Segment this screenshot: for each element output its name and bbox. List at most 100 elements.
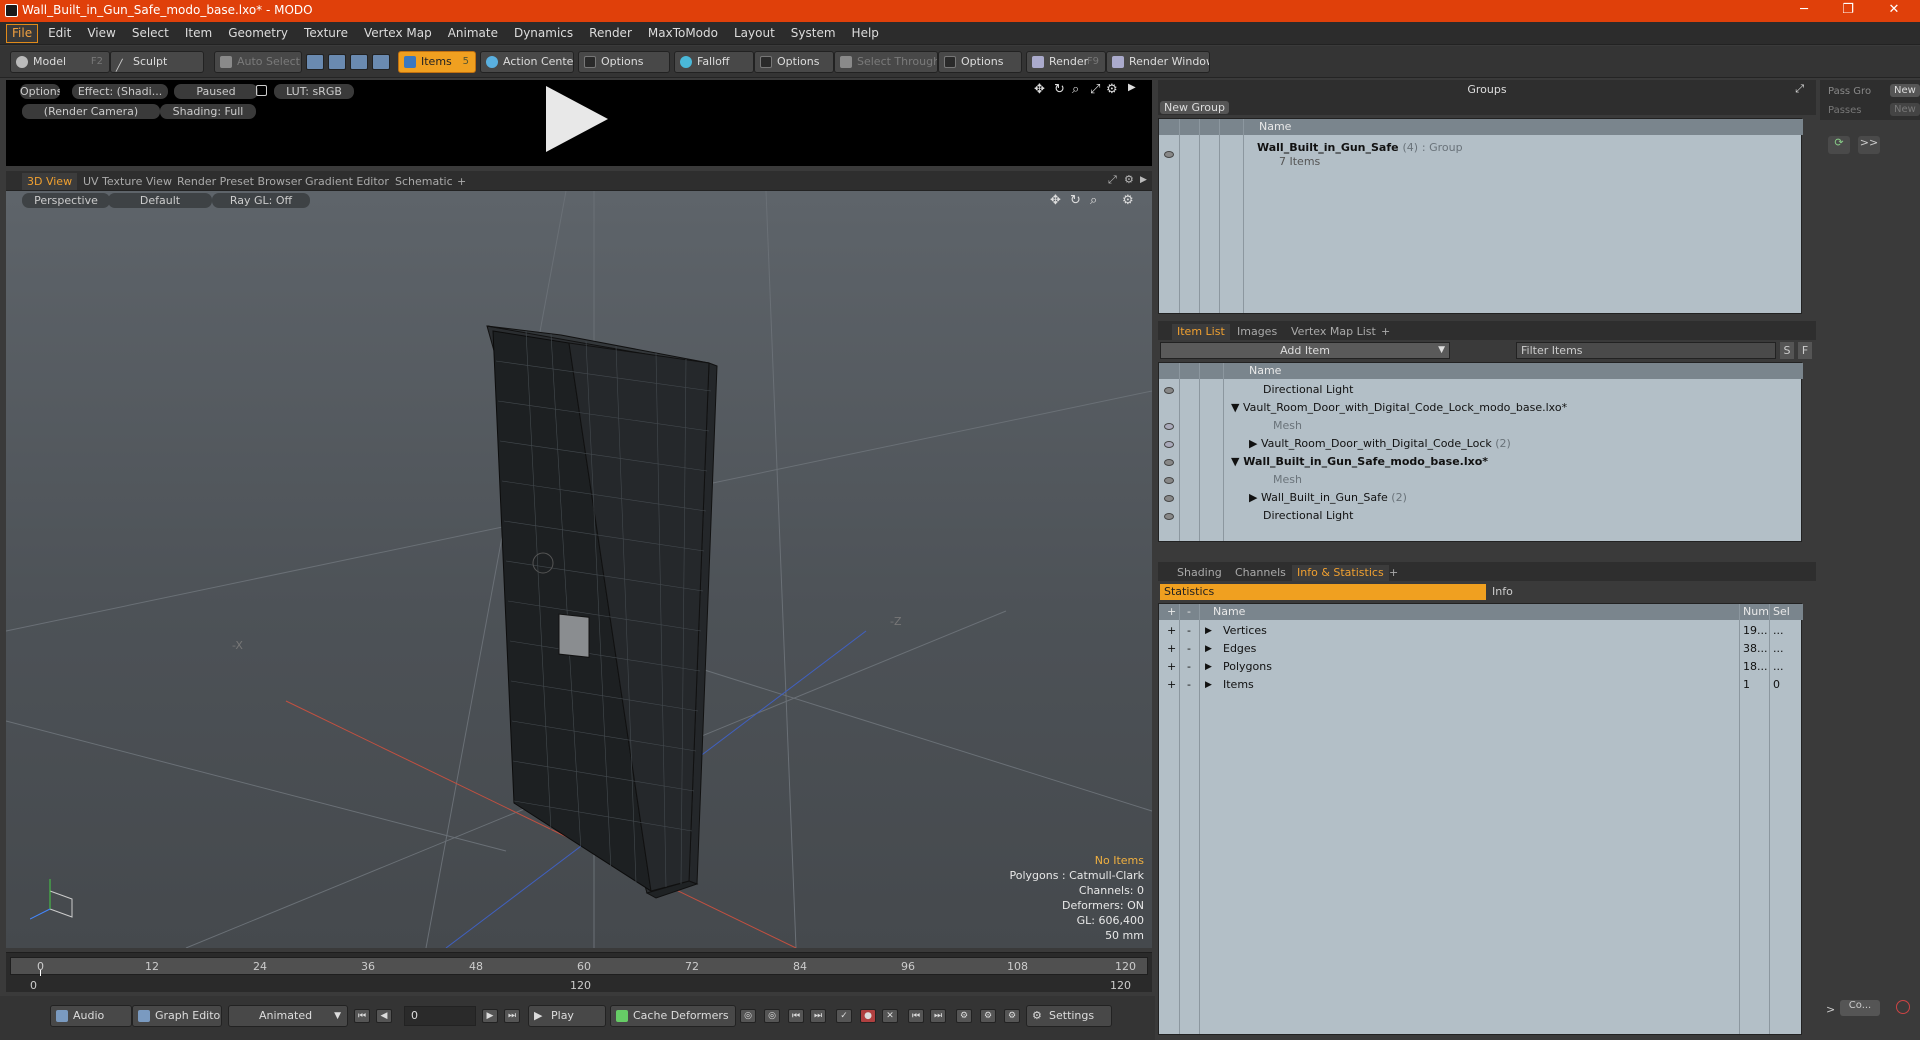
add-item-dropdown[interactable]: Add Item ▼	[1160, 342, 1450, 359]
next-key-icon[interactable]: ⏭	[810, 1009, 826, 1023]
expand-arrow-icon[interactable]: ▶	[1205, 658, 1212, 676]
visibility-eye-icon[interactable]	[1164, 423, 1174, 430]
auto-key-icon[interactable]: ◎	[764, 1009, 780, 1023]
polygons-mode-icon[interactable]	[350, 54, 368, 70]
menu-dynamics[interactable]: Dynamics	[506, 22, 581, 44]
select-through-options-button[interactable]: Options	[938, 51, 1022, 73]
expand-icon[interactable]: ⤢	[1795, 82, 1804, 96]
menu-layout[interactable]: Layout	[726, 22, 783, 44]
info-tab[interactable]: Info	[1488, 584, 1814, 600]
table-row[interactable]: + - ▶ Polygons 18......	[1159, 658, 1803, 676]
plus-icon[interactable]: +	[1167, 658, 1176, 676]
menu-render[interactable]: Render	[581, 22, 640, 44]
statistics-tab[interactable]: Statistics	[1160, 584, 1486, 600]
jump-prev-icon[interactable]: ⏮	[908, 1009, 924, 1023]
arrow-right-icon[interactable]: >	[1826, 1003, 1835, 1016]
s-toggle[interactable]: S	[1780, 342, 1794, 359]
statistics-table[interactable]: + - Name Num Sel + - ▶ Vertices 19...... + - ▶…	[1158, 603, 1803, 1035]
gear-icon[interactable]: ⚙	[1106, 82, 1118, 97]
tab-info-statistics[interactable]: Info & Statistics	[1292, 565, 1389, 581]
action-center-options-button[interactable]: Options	[578, 51, 670, 73]
move-icon[interactable]: ✥	[1034, 82, 1045, 97]
prev-key-icon[interactable]: ⏮	[788, 1009, 804, 1023]
visibility-eye-icon[interactable]	[1164, 387, 1174, 394]
menu-texture[interactable]: Texture	[296, 22, 356, 44]
action-center-button[interactable]: Action Center	[480, 51, 574, 73]
play-button[interactable]: ▶ Play	[528, 1005, 606, 1027]
visibility-eye-icon[interactable]	[1164, 495, 1174, 502]
menu-select[interactable]: Select	[124, 22, 177, 44]
plus-icon[interactable]: +	[1167, 622, 1176, 640]
tab-channels[interactable]: Channels	[1230, 565, 1291, 581]
tab-vertex-map-list[interactable]: Vertex Map List	[1286, 324, 1381, 340]
filter-items-input[interactable]: Filter Items	[1516, 342, 1776, 359]
edges-mode-icon[interactable]	[328, 54, 346, 70]
menu-animate[interactable]: Animate	[440, 22, 506, 44]
step-forward-icon[interactable]: ▶	[482, 1009, 498, 1023]
add-tab-button[interactable]: +	[1384, 565, 1403, 581]
add-tab-button[interactable]: +	[1376, 324, 1395, 340]
list-item[interactable]: Directional Light	[1263, 381, 1353, 399]
arrow-right-icon[interactable]: ▶	[1128, 82, 1136, 93]
3d-viewport[interactable]: Perspective Default Ray GL: Off ✥ ↻ ⌕ ⚙	[6, 191, 1152, 948]
menu-item[interactable]: Item	[177, 22, 220, 44]
paused-button[interactable]: Paused	[174, 84, 258, 99]
vertices-mode-icon[interactable]	[306, 54, 324, 70]
menu-geometry[interactable]: Geometry	[220, 22, 296, 44]
list-item[interactable]: ▶ Vault_Room_Door_with_Digital_Code_Lock…	[1249, 435, 1511, 453]
sculpt-button[interactable]: ╱ Sculpt	[110, 51, 204, 73]
plus-icon[interactable]: +	[1167, 676, 1176, 694]
list-item[interactable]: ▼ Wall_Built_in_Gun_Safe_modo_base.lxo*	[1231, 453, 1488, 471]
minus-icon[interactable]: -	[1187, 622, 1191, 640]
skip-start-icon[interactable]: ⏮	[354, 1009, 370, 1023]
collapse-all-icon[interactable]: -	[1187, 604, 1191, 620]
record-icon[interactable]: ●	[860, 1009, 876, 1023]
menu-vertex-map[interactable]: Vertex Map	[356, 22, 440, 44]
render-camera-dropdown[interactable]: (Render Camera)	[22, 104, 160, 119]
key-icon[interactable]: ◎	[740, 1009, 756, 1023]
settings-button[interactable]: ⚙ Settings	[1026, 1005, 1112, 1027]
tab-images[interactable]: Images	[1232, 324, 1282, 340]
minus-icon[interactable]: -	[1187, 676, 1191, 694]
refresh-icon[interactable]: ⟳	[1828, 136, 1850, 154]
expand-all-icon[interactable]: +	[1167, 604, 1176, 620]
record-check-icon[interactable]: ✓	[836, 1009, 852, 1023]
list-item[interactable]: ▶ Wall_Built_in_Gun_Safe (2)	[1249, 489, 1407, 507]
falloff-options-button[interactable]: Options	[754, 51, 834, 73]
list-item[interactable]: Mesh	[1273, 471, 1302, 489]
select-through-button[interactable]: Select Through	[834, 51, 938, 73]
visibility-eye-icon[interactable]	[1164, 477, 1174, 484]
menu-help[interactable]: Help	[844, 22, 887, 44]
animated-dropdown[interactable]: Animated ▼	[228, 1005, 348, 1027]
keys2-icon[interactable]: ⚙	[980, 1009, 996, 1023]
expand-arrow-icon[interactable]: ▶	[1205, 622, 1212, 640]
skip-end-icon[interactable]: ⏭	[504, 1009, 520, 1023]
gear-icon[interactable]: ⚙	[1124, 173, 1134, 186]
render-window-button[interactable]: Render Window	[1106, 51, 1210, 73]
maximize-button[interactable]: ❐	[1826, 0, 1870, 22]
minus-icon[interactable]: -	[1187, 640, 1191, 658]
maximize-icon[interactable]: ⤢	[1090, 82, 1100, 97]
minus-icon[interactable]: -	[1187, 658, 1191, 676]
table-row[interactable]: + - ▶ Items 1 0	[1159, 676, 1803, 694]
expand-icon[interactable]: ⤢	[1108, 173, 1117, 187]
timeline-ruler[interactable]: 0 12 24 36 48 60 72 84 96 108 120	[10, 957, 1148, 976]
step-back-icon[interactable]: ◀	[376, 1009, 392, 1023]
tab-item-list[interactable]: Item List	[1172, 324, 1230, 340]
timeline[interactable]: 0 12 24 36 48 60 72 84 96 108 120 0 120 …	[6, 952, 1152, 992]
tab-render-preset-browser[interactable]: Render Preset Browser	[172, 173, 307, 190]
menu-maxtomodo[interactable]: MaxToModo	[640, 22, 726, 44]
play-icon[interactable]	[546, 86, 608, 152]
effect-dropdown[interactable]: Effect: (Shadi...	[72, 84, 168, 99]
tab-3d-view[interactable]: 3D View	[22, 173, 78, 190]
keys3-icon[interactable]: ⚙	[1004, 1009, 1020, 1023]
list-item[interactable]: Directional Light	[1263, 507, 1353, 525]
preview-options-button[interactable]: Options	[20, 84, 60, 99]
items-mode-button[interactable]: Items 5	[398, 51, 476, 73]
f-toggle[interactable]: F	[1798, 342, 1812, 359]
passes-new-button[interactable]: New	[1890, 103, 1920, 116]
new-group-button[interactable]: New Group	[1160, 101, 1229, 114]
auto-select-button[interactable]: Auto Select	[214, 51, 302, 73]
expand-arrow-icon[interactable]: ▶	[1205, 640, 1212, 658]
minimize-button[interactable]: ─	[1782, 0, 1826, 22]
